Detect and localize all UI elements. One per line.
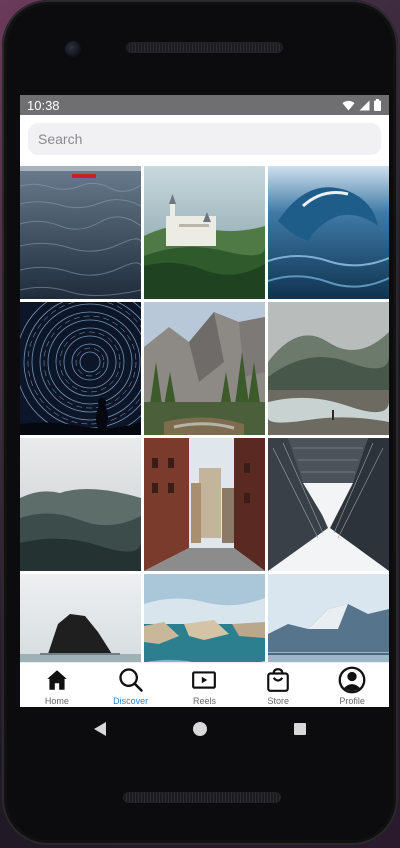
front-camera [65, 41, 81, 57]
battery-icon [374, 99, 381, 111]
tab-profile[interactable]: Profile [317, 663, 387, 706]
search-icon [117, 666, 145, 694]
signal-icon [359, 100, 370, 110]
wifi-icon [342, 100, 355, 110]
shopping-bag-icon [264, 666, 292, 694]
valley-cliffs-forest-photo[interactable] [144, 302, 265, 435]
skyscraper-looking-up-photo[interactable] [268, 438, 389, 571]
reels-icon [190, 666, 218, 694]
tab-profile-label: Profile [339, 696, 365, 706]
tab-reels-label: Reels [192, 696, 216, 706]
tab-home[interactable]: Home [22, 663, 92, 706]
castle-on-cliff-photo[interactable] [144, 166, 265, 299]
bottom-tab-bar: Home Discover Reels Store Profile [20, 662, 389, 707]
tab-home-label: Home [44, 696, 69, 706]
tab-store[interactable]: Store [243, 663, 313, 706]
photo-grid [20, 166, 389, 707]
status-bar: 10:38 [20, 95, 389, 115]
top-speaker [127, 43, 282, 52]
river-forest-mist-photo[interactable] [268, 302, 389, 435]
tab-store-label: Store [267, 696, 290, 706]
home-circle-icon[interactable] [190, 719, 210, 739]
curling-wave-photo[interactable] [268, 166, 389, 299]
misty-mountain-photo[interactable] [20, 438, 141, 571]
bottom-speaker [124, 793, 280, 802]
system-nav-bar [0, 707, 400, 751]
profile-icon [338, 666, 366, 694]
status-icons [342, 99, 381, 111]
tab-discover-label: Discover [113, 696, 149, 706]
city-alley-photo[interactable] [144, 438, 265, 571]
tab-discover[interactable]: Discover [96, 663, 166, 706]
status-time: 10:38 [27, 97, 60, 113]
search-input[interactable] [28, 123, 381, 155]
app-screen: 10:38 Search Home Discover Reels Store P… [20, 95, 389, 707]
tab-reels[interactable]: Reels [169, 663, 239, 706]
search-bar [20, 115, 389, 161]
ocean-waves-boat-photo[interactable] [20, 166, 141, 299]
phone-frame: 10:38 Search Home Discover Reels Store P… [2, 0, 398, 845]
recents-square-icon[interactable] [290, 719, 310, 739]
back-icon[interactable] [90, 719, 110, 739]
star-trails-swirl-photo[interactable] [20, 302, 141, 435]
home-icon [43, 666, 71, 694]
